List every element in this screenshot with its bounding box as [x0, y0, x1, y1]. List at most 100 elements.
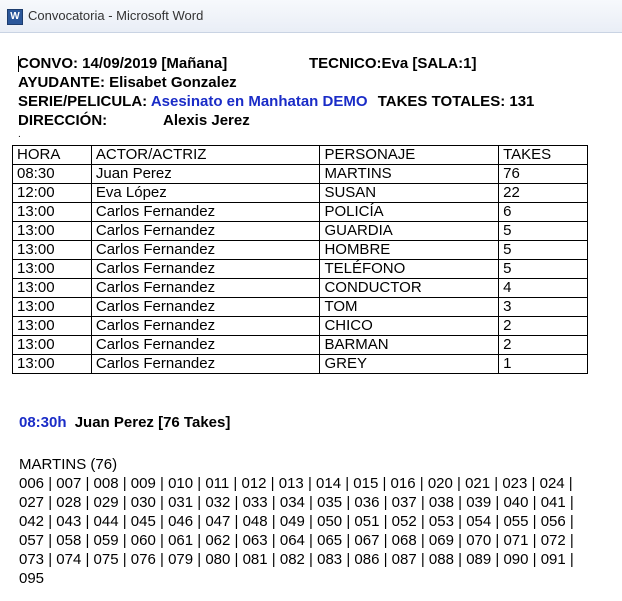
- take-number: 091: [540, 551, 566, 568]
- tecnico-value: Eva [SALA:1]: [381, 55, 477, 72]
- take-number: 013: [278, 475, 304, 492]
- take-number: 048: [242, 513, 268, 530]
- take-number: 059: [93, 532, 119, 549]
- take-number: 073: [19, 551, 45, 568]
- cell-hora: 13:00: [12, 354, 92, 374]
- take-number: 035: [317, 494, 343, 511]
- take-number: 070: [466, 532, 492, 549]
- table-body: 08:30 Juan Perez MARTINS 76 12:00 Eva López SU…: [12, 164, 588, 374]
- take-number: 055: [503, 513, 529, 530]
- serie-value: Asesinato en Manhatan DEMO: [150, 93, 368, 110]
- window-title: Convocatoria - Microsoft Word: [28, 8, 204, 23]
- take-number: 023: [502, 475, 528, 492]
- take-number: 065: [317, 532, 343, 549]
- take-number: 044: [93, 513, 119, 530]
- table-row: 13:00 Carlos Fernandez BARMAN 2: [12, 335, 588, 355]
- cell-actor: Carlos Fernandez: [90, 335, 321, 355]
- take-number: 067: [354, 532, 380, 549]
- take-number: 010: [168, 475, 194, 492]
- window-titlebar: W Convocatoria - Microsoft Word: [0, 0, 622, 33]
- take-number: 011: [205, 475, 230, 492]
- cell-personaje: GUARDIA: [319, 221, 500, 241]
- cell-personaje: POLICÍA: [319, 202, 500, 222]
- takes-line: 006 | 007 | 008 | 009 | 010 | 011 | 012 …: [19, 475, 573, 492]
- section-heading: 08:30h Juan Perez [76 Takes]: [19, 414, 230, 431]
- takes-line: 073 | 074 | 075 | 076 | 079 | 080 | 081 …: [19, 551, 574, 568]
- table-header-row: HORA ACTOR/ACTRIZ PERSONAJE TAKES: [12, 145, 588, 165]
- take-number: 060: [130, 532, 156, 549]
- ayudante-label: AYUDANTE:: [18, 74, 105, 91]
- cell-personaje: TELÉFONO: [319, 259, 500, 279]
- cell-personaje: BARMAN: [319, 335, 500, 355]
- take-number: 032: [205, 494, 231, 511]
- take-number: 043: [56, 513, 82, 530]
- take-number: 058: [56, 532, 82, 549]
- cell-actor: Carlos Fernandez: [90, 221, 321, 241]
- cell-personaje: CONDUCTOR: [319, 278, 500, 298]
- table-row: 13:00 Carlos Fernandez CONDUCTOR 4: [12, 278, 588, 298]
- take-number: 041: [540, 494, 566, 511]
- table-row: 12:00 Eva López SUSAN 22: [12, 183, 588, 203]
- take-number: 087: [391, 551, 417, 568]
- cell-takes: 5: [498, 221, 588, 241]
- table-row: 13:00 Carlos Fernandez CHICO 2: [12, 316, 588, 336]
- cell-hora: 13:00: [12, 221, 92, 241]
- convo-value: 14/09/2019 [Mañana]: [82, 55, 228, 72]
- cell-hora: 13:00: [12, 297, 92, 317]
- take-number: 049: [279, 513, 305, 530]
- take-number: 053: [428, 513, 454, 530]
- cell-personaje: CHICO: [319, 316, 500, 336]
- takes-totales-value: 131: [509, 93, 535, 110]
- take-number: 050: [317, 513, 343, 530]
- cell-hora: 08:30: [12, 164, 92, 184]
- table-row: 13:00 Carlos Fernandez POLICÍA 6: [12, 202, 588, 222]
- separator-dot: .: [18, 129, 21, 140]
- take-number: 090: [503, 551, 529, 568]
- cell-actor: Carlos Fernandez: [90, 316, 321, 336]
- take-number: 056: [540, 513, 566, 530]
- take-number: 083: [317, 551, 343, 568]
- take-number: 009: [130, 475, 156, 492]
- take-number: 069: [428, 532, 454, 549]
- take-number: 082: [279, 551, 305, 568]
- take-number: 095: [19, 570, 45, 587]
- cell-personaje: GREY: [319, 354, 500, 374]
- column-header-actor: ACTOR/ACTRIZ: [90, 145, 321, 165]
- cell-hora: 13:00: [12, 278, 92, 298]
- take-number: 008: [93, 475, 119, 492]
- direccion-value: Alexis Jerez: [163, 112, 250, 129]
- cell-personaje: TOM: [319, 297, 500, 317]
- cell-takes: 22: [498, 183, 588, 203]
- takes-line: 095: [19, 569, 619, 588]
- take-number: 006: [19, 475, 45, 492]
- takes-line: 042 | 043 | 044 | 045 | 046 | 047 | 048 …: [19, 513, 574, 530]
- take-number: 045: [130, 513, 156, 530]
- serie-label: SERIE/PELICULA:: [18, 93, 148, 110]
- document-page[interactable]: CONVO: 14/09/2019 [Mañana] TECNICO:Eva […: [18, 54, 608, 140]
- takes-line: 027 | 028 | 029 | 030 | 031 | 032 | 033 …: [19, 494, 574, 511]
- header-line-ayudante: AYUDANTE: Elisabet Gonzalez: [18, 73, 608, 92]
- takes-list: 006 | 007 | 008 | 009 | 010 | 011 | 012 …: [19, 474, 619, 588]
- take-number: 046: [168, 513, 194, 530]
- take-number: 047: [205, 513, 231, 530]
- section-actor-summary: Juan Perez [76 Takes]: [74, 414, 231, 431]
- cell-takes: 6: [498, 202, 588, 222]
- cell-takes: 1: [498, 354, 588, 374]
- take-number: 072: [540, 532, 566, 549]
- cell-takes: 5: [498, 240, 588, 260]
- take-number: 052: [391, 513, 417, 530]
- cell-takes: 5: [498, 259, 588, 279]
- cell-takes: 76: [498, 164, 588, 184]
- section-time: 08:30h: [19, 414, 67, 431]
- take-number: 071: [503, 532, 529, 549]
- cell-hora: 13:00: [12, 240, 92, 260]
- cell-actor: Carlos Fernandez: [90, 259, 321, 279]
- table-row: 08:30 Juan Perez MARTINS 76: [12, 164, 588, 184]
- take-number: 039: [466, 494, 492, 511]
- header-line-direccion: DIRECCIÓN: Alexis Jerez: [18, 111, 608, 130]
- take-number: 021: [465, 475, 491, 492]
- take-number: 020: [427, 475, 453, 492]
- take-number: 080: [205, 551, 231, 568]
- cell-takes: 2: [498, 335, 588, 355]
- take-number: 015: [353, 475, 379, 492]
